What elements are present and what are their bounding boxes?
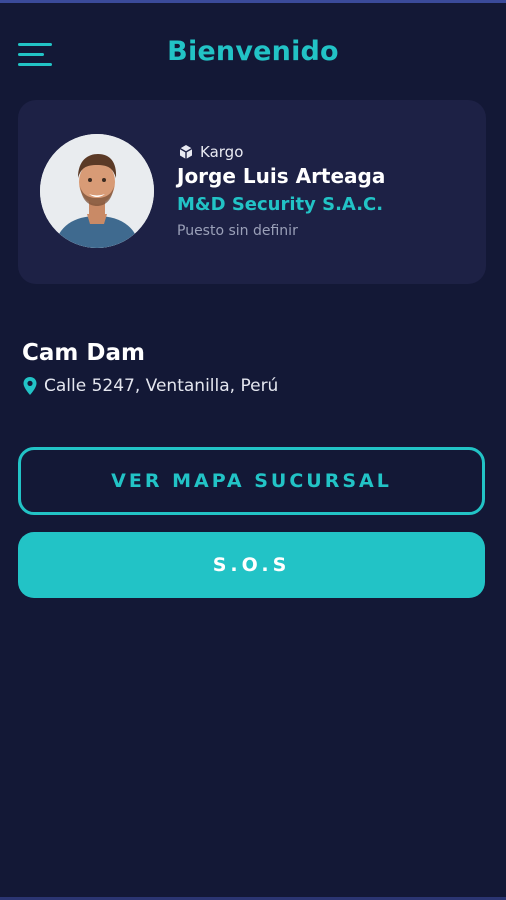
- avatar: [40, 134, 154, 248]
- view-branch-map-button[interactable]: VER MAPA SUCURSAL: [18, 447, 485, 515]
- role-label: Kargo: [200, 143, 244, 161]
- cube-icon: [179, 145, 193, 159]
- profile-card: Kargo Jorge Luis Arteaga M&D Security S.…: [18, 100, 486, 284]
- user-name: Jorge Luis Arteaga: [177, 164, 386, 188]
- position-label: Puesto sin definir: [177, 223, 298, 239]
- view-branch-map-label: VER MAPA SUCURSAL: [111, 470, 392, 492]
- branch-address: Calle 5247, Ventanilla, Perú: [44, 376, 279, 396]
- company-name: M&D Security S.A.C.: [177, 194, 384, 215]
- branch-address-row: Calle 5247, Ventanilla, Perú: [22, 376, 278, 396]
- branch-name: Cam Dam: [22, 340, 145, 366]
- page-title: Bienvenido: [167, 36, 339, 67]
- sos-label: S.O.S: [212, 554, 291, 576]
- location-pin-icon: [23, 377, 37, 395]
- top-border: [0, 0, 506, 3]
- sos-button[interactable]: S.O.S: [18, 532, 485, 598]
- role-row: Kargo: [178, 143, 243, 161]
